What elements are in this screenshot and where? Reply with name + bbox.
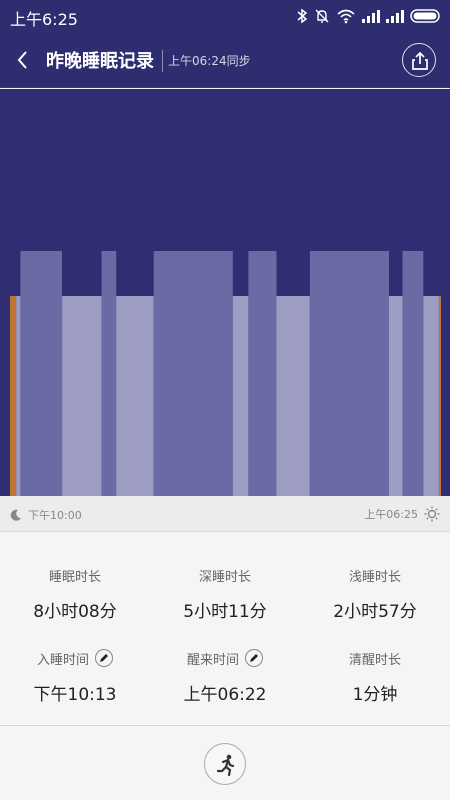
sleep-bar-light <box>16 296 21 496</box>
status-icons <box>296 7 442 25</box>
signal-icon <box>362 10 380 23</box>
stat-label: 醒来时间 <box>186 652 239 668</box>
stat-label: 深睡时长 <box>198 569 251 585</box>
chart-start-time: 下午10:00 <box>28 509 82 522</box>
pencil-icon <box>100 654 108 662</box>
stat-label: 入睡时间 <box>36 652 89 668</box>
sleep-bar-light <box>423 296 439 496</box>
moon-icon <box>10 509 21 521</box>
chart-end-time: 上午06:25 <box>364 508 418 521</box>
sleep-bar-deep <box>402 251 424 496</box>
wifi-icon <box>337 9 355 24</box>
status-bar: 上午6:25 <box>0 0 450 32</box>
back-button[interactable] <box>12 47 34 73</box>
sleep-bar-deep <box>153 251 233 496</box>
stat-label: 清醒时长 <box>348 652 401 668</box>
sleep-chart-svg <box>10 251 441 496</box>
stat-value: 上午06:22 <box>183 685 267 705</box>
pencil-icon <box>250 654 258 662</box>
run-mode-button[interactable] <box>204 743 246 785</box>
sun-icon <box>424 506 440 522</box>
stat-awake-duration: 清醒时长 1分钟 <box>300 648 450 706</box>
signal-icon-2 <box>386 10 404 23</box>
stat-sleep-duration: 睡眠时长 8小时08分 <box>0 565 150 623</box>
page-title: 昨晚睡眠记录 <box>46 51 154 72</box>
stat-deep-sleep: 深睡时长 5小时11分 <box>150 565 300 623</box>
sleep-bar-awake <box>10 296 17 496</box>
footer <box>0 725 450 800</box>
sleep-stats: 睡眠时长 8小时08分 深睡时长 5小时11分 浅睡时长 2小时57分 入睡时间… <box>0 533 450 725</box>
sleep-bar-light <box>389 296 403 496</box>
stat-sleep-time: 入睡时间 下午10:13 <box>0 648 150 705</box>
sleep-bar-light <box>232 296 249 496</box>
title-divider <box>162 50 163 72</box>
bell-off-icon <box>315 9 329 23</box>
axis-end: 上午06:25 <box>364 506 440 522</box>
stat-value: 8小时08分 <box>33 602 117 622</box>
share-icon <box>412 51 428 70</box>
stat-label: 浅睡时长 <box>348 569 401 585</box>
sleep-bar-deep <box>309 251 389 496</box>
sleep-bar-deep <box>20 251 62 496</box>
bluetooth-icon <box>297 8 308 24</box>
share-button[interactable] <box>402 43 436 77</box>
chevron-left-icon <box>17 51 27 69</box>
status-time: 上午6:25 <box>10 10 78 29</box>
axis-start: 下午10:00 <box>10 507 82 523</box>
sleep-bar-light <box>85 296 102 496</box>
sleep-bar-deep <box>101 251 117 496</box>
sleep-bar-deep <box>248 251 277 496</box>
sleep-bar-light <box>116 296 154 496</box>
stat-label: 睡眠时长 <box>48 569 101 585</box>
time-axis: 下午10:00 上午06:25 <box>0 496 450 532</box>
stat-value: 下午10:13 <box>33 685 117 705</box>
sleep-bar-light <box>276 296 310 496</box>
battery-icon <box>410 9 440 23</box>
running-person-icon <box>216 754 235 777</box>
sync-time-label: 上午06:24同步 <box>168 54 251 68</box>
edit-wake-time-button[interactable] <box>245 649 263 667</box>
sleep-bar-light <box>62 296 85 496</box>
stat-value: 1分钟 <box>352 685 398 705</box>
header-bar: 昨晚睡眠记录 上午06:24同步 <box>0 32 450 88</box>
sleep-chart <box>0 89 450 496</box>
stat-wake-time: 醒来时间 上午06:22 <box>150 648 300 705</box>
stat-light-sleep: 浅睡时长 2小时57分 <box>300 565 450 623</box>
stat-value: 5小时11分 <box>183 602 267 622</box>
sleep-bar-awake <box>439 296 441 496</box>
stat-value: 2小时57分 <box>333 602 417 622</box>
edit-sleep-time-button[interactable] <box>95 649 113 667</box>
